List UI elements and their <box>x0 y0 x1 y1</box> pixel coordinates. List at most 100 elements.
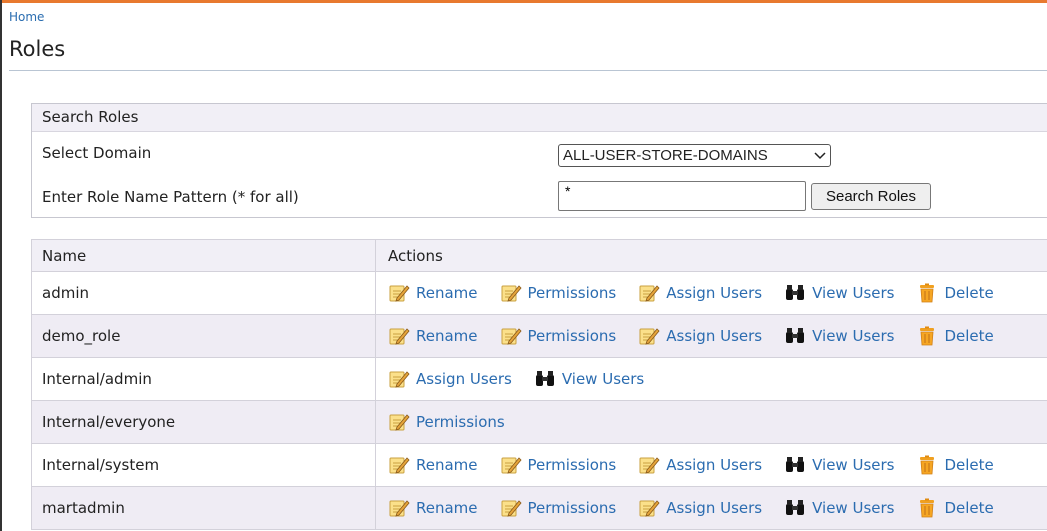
breadcrumb-home[interactable]: Home <box>9 10 44 24</box>
view-users-link[interactable]: View Users <box>784 326 894 346</box>
permissions-link[interactable]: Permissions <box>500 283 617 303</box>
search-roles-button[interactable]: Search Roles <box>811 183 931 210</box>
permissions-link[interactable]: Permissions <box>388 412 505 432</box>
column-header-name: Name <box>31 239 376 272</box>
pattern-label: Enter Role Name Pattern (* for all) <box>42 188 299 206</box>
edit-icon <box>388 283 410 303</box>
permissions-link[interactable]: Permissions <box>500 326 617 346</box>
role-name-cell: martadmin <box>31 486 376 530</box>
action-label: Permissions <box>527 499 617 517</box>
action-label: Permissions <box>527 456 617 474</box>
binoculars-icon <box>784 455 806 475</box>
rename-link[interactable]: Rename <box>388 455 478 475</box>
assign-users-link[interactable]: Assign Users <box>638 498 762 518</box>
edit-icon <box>388 326 410 346</box>
view-users-link[interactable]: View Users <box>534 369 644 389</box>
action-label: Permissions <box>527 327 617 345</box>
permissions-link[interactable]: Permissions <box>500 455 617 475</box>
table-row: Internal/system Rename Permissions Assign U… <box>31 443 1047 487</box>
assign-users-link[interactable]: Assign Users <box>638 283 762 303</box>
edit-icon <box>388 369 410 389</box>
action-label: Rename <box>416 327 478 345</box>
view-users-link[interactable]: View Users <box>784 498 894 518</box>
role-pattern-input[interactable] <box>558 181 806 211</box>
action-label: Delete <box>944 284 994 302</box>
edit-icon <box>500 498 522 518</box>
edit-icon <box>638 283 660 303</box>
binoculars-icon <box>784 283 806 303</box>
action-label: Assign Users <box>416 370 512 388</box>
trash-icon <box>916 455 938 475</box>
assign-users-link[interactable]: Assign Users <box>638 455 762 475</box>
left-border <box>0 0 2 531</box>
table-row: demo_role Rename Permissions Assign Users Vi… <box>31 314 1047 358</box>
assign-users-link[interactable]: Assign Users <box>638 326 762 346</box>
rename-link[interactable]: Rename <box>388 283 478 303</box>
delete-link[interactable]: Delete <box>916 326 994 346</box>
view-users-link[interactable]: View Users <box>784 455 894 475</box>
edit-icon <box>638 498 660 518</box>
action-label: Assign Users <box>666 327 763 345</box>
column-header-actions: Actions <box>375 239 1047 272</box>
action-label: View Users <box>561 370 645 388</box>
table-row: Internal/everyone Permissions <box>31 400 1047 444</box>
table-header-row: Name Actions <box>31 239 1047 272</box>
action-label: Permissions <box>527 284 617 302</box>
role-actions-cell: Rename Permissions Assign Users View Users D… <box>375 314 1047 358</box>
delete-link[interactable]: Delete <box>916 455 994 475</box>
search-panel-header: Search Roles <box>32 104 1047 132</box>
edit-icon <box>500 326 522 346</box>
action-label: Assign Users <box>666 456 763 474</box>
delete-link[interactable]: Delete <box>916 498 994 518</box>
assign-users-link[interactable]: Assign Users <box>388 369 512 389</box>
table-row: martadmin Rename Permissions Assign Users Vi… <box>31 486 1047 530</box>
role-actions-cell: Assign Users View Users <box>375 357 1047 401</box>
role-actions-cell: Rename Permissions Assign Users View Users D… <box>375 443 1047 487</box>
edit-icon <box>500 283 522 303</box>
edit-icon <box>500 455 522 475</box>
trash-icon <box>916 283 938 303</box>
binoculars-icon <box>534 369 556 389</box>
rename-link[interactable]: Rename <box>388 326 478 346</box>
permissions-link[interactable]: Permissions <box>500 498 617 518</box>
chevron-down-icon <box>814 147 826 164</box>
role-name-cell: Internal/admin <box>31 357 376 401</box>
domain-select-value: ALL-USER-STORE-DOMAINS <box>563 147 768 164</box>
rename-link[interactable]: Rename <box>388 498 478 518</box>
binoculars-icon <box>784 326 806 346</box>
view-users-link[interactable]: View Users <box>784 283 894 303</box>
action-label: Assign Users <box>666 284 763 302</box>
roles-table: Name Actions admin Rename Permissions Assig… <box>31 239 1047 530</box>
role-name-cell: demo_role <box>31 314 376 358</box>
action-label: Delete <box>944 456 994 474</box>
edit-icon <box>388 498 410 518</box>
trash-icon <box>916 498 938 518</box>
table-row: Internal/admin Assign Users View Users <box>31 357 1047 401</box>
action-label: Rename <box>416 499 478 517</box>
search-roles-panel: Search Roles Select Domain ALL-USER-STOR… <box>31 103 1047 218</box>
action-label: Delete <box>944 499 994 517</box>
action-label: Delete <box>944 327 994 345</box>
action-label: View Users <box>812 456 895 474</box>
edit-icon <box>638 326 660 346</box>
action-label: Rename <box>416 284 478 302</box>
role-actions-cell: Rename Permissions Assign Users View Users D… <box>375 486 1047 530</box>
role-actions-cell: Permissions <box>375 400 1047 444</box>
page-title: Roles <box>9 37 66 61</box>
action-label: View Users <box>812 499 895 517</box>
action-label: Rename <box>416 456 478 474</box>
action-label: Assign Users <box>666 499 763 517</box>
delete-link[interactable]: Delete <box>916 283 994 303</box>
title-divider <box>9 70 1047 71</box>
role-name-cell: admin <box>31 271 376 315</box>
role-name-cell: Internal/everyone <box>31 400 376 444</box>
edit-icon <box>388 455 410 475</box>
table-row: admin Rename Permissions Assign Users View U… <box>31 271 1047 315</box>
domain-label: Select Domain <box>42 144 152 162</box>
top-accent-bar <box>0 0 1047 3</box>
domain-select[interactable]: ALL-USER-STORE-DOMAINS <box>558 144 831 167</box>
edit-icon <box>638 455 660 475</box>
trash-icon <box>916 326 938 346</box>
role-name-cell: Internal/system <box>31 443 376 487</box>
action-label: Permissions <box>416 413 505 431</box>
